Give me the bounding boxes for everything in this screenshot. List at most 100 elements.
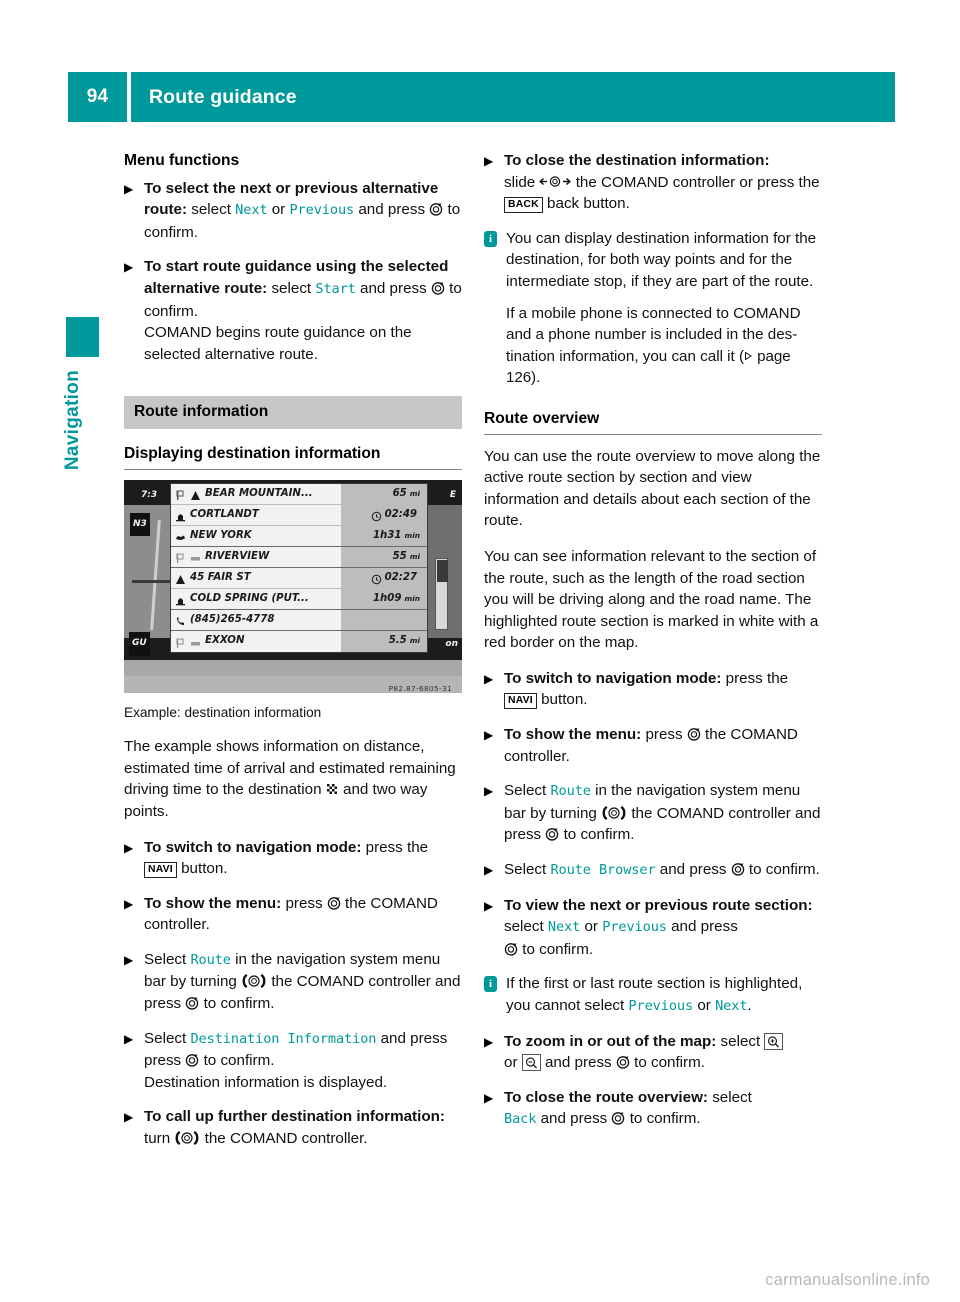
text-run: or bbox=[504, 1054, 522, 1072]
destination-unit: min bbox=[404, 593, 421, 603]
destination-name-cell: CORTLANDT bbox=[171, 504, 341, 525]
slide-prefix: slide bbox=[504, 173, 540, 191]
destination-value-cell: 02:49 bbox=[341, 504, 427, 525]
text-run: press bbox=[281, 894, 327, 912]
paragraph-route-overview-1: You can use the route overview to move a… bbox=[484, 447, 821, 530]
right-column: ▶ To close the destination information: … bbox=[484, 150, 822, 1144]
bullet-icon: ▶ bbox=[124, 181, 134, 196]
destination-name-cell: (845)265-4778 bbox=[171, 609, 341, 630]
destination-value-cell: 1h09 min bbox=[341, 588, 427, 609]
list-item-select-route-left: ▶ Select Route in the navigation system … bbox=[124, 949, 462, 1015]
bullet-icon: ▶ bbox=[124, 952, 134, 967]
text-run: or bbox=[580, 918, 603, 936]
bullet-icon: ▶ bbox=[484, 154, 494, 168]
left-column: Menu functions ▶ To select the next or p… bbox=[124, 150, 462, 1163]
heading-route-overview: Route overview bbox=[484, 408, 822, 435]
paragraph-route-overview-2: You can see information relevant to the … bbox=[484, 547, 819, 652]
table-row: CORTLANDT 02:49 bbox=[171, 504, 427, 526]
text-run: back button. bbox=[542, 195, 630, 213]
paragraph-example-description: The example shows information on distanc… bbox=[124, 736, 462, 822]
phone-icon bbox=[175, 614, 186, 626]
bullet-icon: ▶ bbox=[484, 898, 494, 913]
zoom-in-icon[interactable] bbox=[764, 1032, 784, 1050]
flag-outline-icon bbox=[175, 636, 186, 648]
map-scale-bar bbox=[435, 557, 448, 630]
text-run: to confirm. bbox=[744, 861, 820, 879]
press-controller-icon bbox=[431, 281, 445, 295]
list-item-switch-nav-mode-left: ▶ To switch to navigation mode: press th… bbox=[124, 837, 462, 880]
bullet-icon: ▶ bbox=[484, 728, 494, 743]
press-controller-icon bbox=[731, 862, 745, 876]
list-item-select-route-browser: ▶ Select Route Browser and press to conf… bbox=[484, 859, 822, 882]
list-item-show-menu-right: ▶ To show the menu: press the COMAND con… bbox=[484, 724, 822, 767]
text-run: the COMAND controller or press the bbox=[571, 173, 820, 191]
manual-page: 94 Route guidance Navigation Menu functi… bbox=[0, 0, 960, 1302]
text-run: . bbox=[747, 997, 752, 1014]
list-item-close-route-overview: ▶ To close the route overview: select Ba… bbox=[484, 1087, 822, 1131]
press-controller-icon bbox=[185, 1053, 199, 1067]
list-item-bold-lead: To zoom in or out of the map: bbox=[504, 1032, 717, 1050]
destination-name-cell: EXXON bbox=[171, 630, 341, 652]
ui-token-previous: Previous bbox=[289, 202, 355, 219]
bullet-icon: ▶ bbox=[484, 671, 494, 686]
text-run: and press bbox=[355, 279, 431, 297]
nav-status-on: on bbox=[445, 638, 458, 649]
ui-token-next: Next bbox=[715, 998, 748, 1014]
side-tab-label: Navigation bbox=[62, 370, 83, 471]
navi-button[interactable]: NAVI bbox=[144, 862, 177, 879]
text-run: button. bbox=[176, 860, 228, 878]
nav-screen-image: 7:3 E N3 GU on BEAR MOUNTAIN... 65 mi CO… bbox=[124, 479, 462, 676]
list-item-start-route-guidance: ▶ To start route guidance using the sele… bbox=[124, 256, 462, 365]
clock-icon bbox=[371, 572, 382, 585]
figure-caption: Example: destination information bbox=[124, 704, 322, 720]
destination-name-cell: BEAR MOUNTAIN... bbox=[171, 483, 341, 504]
ui-token-previous: Previous bbox=[602, 919, 667, 936]
bullet-icon: ▶ bbox=[484, 1034, 494, 1049]
watermark: carmanualsonline.info bbox=[765, 1271, 930, 1289]
text-run: to confirm. bbox=[559, 826, 635, 844]
list-item-select-route-right: ▶ Select Route in the navigation system … bbox=[484, 780, 822, 846]
fuel-icon bbox=[190, 636, 201, 647]
text-run: and press bbox=[666, 918, 738, 936]
text-run: and press bbox=[536, 1110, 612, 1128]
bullet-icon: ▶ bbox=[124, 1031, 134, 1046]
destination-name: NEW YORK bbox=[190, 529, 252, 541]
destination-name: BEAR MOUNTAIN... bbox=[205, 487, 313, 499]
text-run: press the bbox=[361, 838, 429, 856]
list-item-bold-lead: To close the destination information: bbox=[504, 152, 770, 169]
text-run: button. bbox=[536, 691, 588, 709]
text-run: to confirm. bbox=[629, 1054, 705, 1072]
text-run: the COMAND controller. bbox=[200, 1130, 368, 1148]
navi-button[interactable]: NAVI bbox=[504, 693, 537, 710]
text-run: select bbox=[707, 1088, 752, 1106]
zoom-out-icon[interactable] bbox=[521, 1054, 541, 1072]
mountain-icon bbox=[175, 572, 186, 585]
nav-status-time: 7:3 bbox=[141, 489, 158, 500]
list-item-show-menu-left: ▶ To show the menu: press the COMAND con… bbox=[124, 893, 462, 936]
page-title: Route guidance bbox=[131, 72, 895, 122]
ui-token-route: Route bbox=[550, 783, 591, 800]
destination-info-panel: BEAR MOUNTAIN... 65 mi CORTLANDT 02:49 N… bbox=[170, 482, 428, 653]
ui-token-previous: Previous bbox=[628, 998, 694, 1014]
section-bar-route-information: Route information bbox=[124, 396, 462, 429]
text-run: to confirm. bbox=[199, 995, 275, 1013]
destination-value: 1h09 bbox=[372, 592, 402, 604]
bullet-icon: ▶ bbox=[484, 863, 494, 878]
text-run: and press bbox=[354, 201, 430, 219]
destination-name: CORTLANDT bbox=[190, 508, 259, 520]
list-item-bold-lead: To switch to navigation mode: bbox=[504, 669, 722, 687]
destination-name-cell: 45 FAIR ST bbox=[171, 567, 341, 588]
ui-token-next: Next bbox=[547, 919, 581, 936]
ui-token-route: Route bbox=[190, 951, 231, 968]
text-run: to confirm. bbox=[199, 1052, 275, 1070]
text-run: and press bbox=[540, 1054, 616, 1072]
note-first-last-section: i If the first or last route section is … bbox=[484, 973, 822, 1017]
text-run: press the bbox=[721, 669, 789, 687]
destination-value-cell: 02:27 bbox=[341, 567, 427, 588]
ui-token-back: Back bbox=[504, 1111, 537, 1128]
text-run: or bbox=[267, 201, 290, 219]
text-run: ). bbox=[531, 369, 541, 387]
list-item-bold-lead: To show the menu: bbox=[504, 726, 642, 744]
press-controller-icon bbox=[687, 727, 701, 741]
back-button[interactable]: BACK bbox=[504, 197, 543, 214]
